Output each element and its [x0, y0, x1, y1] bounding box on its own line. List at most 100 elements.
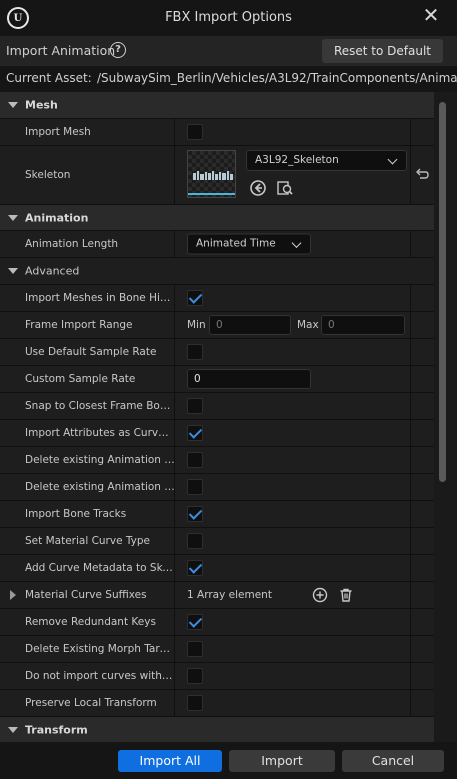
import-mesh-label: Import Mesh	[25, 126, 91, 138]
row-label: Snap to Closest Frame Bou...	[25, 400, 175, 412]
range-max-input[interactable]: 0	[321, 315, 405, 335]
vertical-scrollbar[interactable]	[434, 92, 457, 742]
row-import-attributes-curves: Import Attributes as Curves...	[0, 420, 434, 447]
row-label: Remove Redundant Keys	[25, 616, 156, 628]
row-skeleton: Skeleton A3L92_Skeleton	[0, 146, 434, 205]
row-label: Import Attributes as Curves...	[25, 427, 175, 439]
custom-sample-rate-input[interactable]: 0	[187, 369, 311, 389]
skeleton-value: A3L92_Skeleton	[255, 154, 339, 166]
row-label: Material Curve Suffixes	[25, 589, 147, 601]
expand-caret-icon[interactable]	[8, 727, 18, 733]
row-label: Import Bone Tracks	[25, 508, 127, 520]
reset-arrow-icon[interactable]	[414, 167, 430, 183]
animation-length-dropdown[interactable]: Animated Time	[187, 233, 311, 255]
row-label: Import Meshes in Bone Hier...	[25, 292, 175, 304]
skeleton-dropdown[interactable]: A3L92_Skeleton	[246, 150, 407, 171]
current-asset-path: /SubwaySim_Berlin/Vehicles/A3L92/TrainCo…	[97, 71, 457, 85]
expand-caret-icon[interactable]	[8, 268, 18, 274]
skeleton-label: Skeleton	[25, 169, 71, 181]
row-label: Custom Sample Rate	[25, 373, 136, 385]
import-button[interactable]: Import	[229, 750, 335, 772]
row-delete-existing-anim-attributes: Delete existing Animation A...	[0, 474, 434, 501]
row-label: Preserve Local Transform	[25, 697, 157, 709]
category-animation[interactable]: Animation	[0, 205, 434, 231]
window-title: FBX Import Options	[165, 10, 292, 25]
snap-closest-frame-checkbox[interactable]	[187, 398, 203, 414]
use-default-sample-rate-checkbox[interactable]	[187, 344, 203, 360]
range-max-label: Max	[297, 319, 319, 331]
row-material-curve-suffixes: Material Curve Suffixes 1 Array element	[0, 582, 434, 609]
animation-length-value: Animated Time	[196, 237, 276, 250]
delete-existing-anim-attributes-checkbox[interactable]	[187, 479, 203, 495]
row-use-default-sample-rate: Use Default Sample Rate	[0, 339, 434, 366]
category-transform-title: Transform	[25, 723, 88, 737]
import-animation-label: Import Animation	[6, 43, 116, 58]
row-label: Use Default Sample Rate	[25, 346, 157, 358]
delete-existing-anim-curves-checkbox[interactable]	[187, 452, 203, 468]
current-asset-row: Current Asset: /SubwaySim_Berlin/Vehicle…	[0, 66, 457, 92]
title-bar: U FBX Import Options ✕	[0, 0, 457, 36]
skeleton-preview-image	[193, 171, 233, 180]
animation-length-label: Animation Length	[25, 238, 119, 250]
row-import-mesh: Import Mesh	[0, 119, 434, 146]
chevron-down-icon	[291, 238, 302, 248]
range-min-input[interactable]: 0	[209, 315, 291, 335]
details-panel: Mesh Import Mesh Skeleton A3L92_Skeleton…	[0, 92, 434, 742]
scrollbar-thumb[interactable]	[439, 102, 446, 482]
import-animation-row: Import Animation ? Reset to Default	[0, 36, 457, 66]
cancel-button[interactable]: Cancel	[342, 750, 444, 772]
add-element-icon[interactable]	[312, 587, 328, 603]
skeleton-thumbnail[interactable]	[187, 150, 236, 198]
expand-caret-icon[interactable]	[8, 102, 18, 108]
row-import-meshes-bone-hierarchy: Import Meshes in Bone Hier...	[0, 285, 434, 312]
row-import-bone-tracks: Import Bone Tracks	[0, 501, 434, 528]
row-delete-existing-morph-targets: Delete Existing Morph Targ...	[0, 636, 434, 663]
import-meshes-bone-hierarchy-checkbox[interactable]	[187, 290, 203, 306]
help-icon[interactable]: ?	[110, 42, 126, 58]
row-label: Do not import curves with o...	[25, 670, 175, 682]
browse-back-icon[interactable]	[249, 179, 267, 197]
category-mesh[interactable]: Mesh	[0, 92, 434, 119]
row-label: Set Material Curve Type	[25, 535, 151, 547]
category-advanced[interactable]: Advanced	[0, 258, 434, 285]
row-do-not-import-curves: Do not import curves with o...	[0, 663, 434, 690]
add-curve-metadata-checkbox[interactable]	[187, 560, 203, 576]
material-curve-suffixes-value: 1 Array element	[187, 589, 272, 601]
category-animation-title: Animation	[25, 211, 89, 224]
row-label: Add Curve Metadata to Skel...	[25, 562, 175, 574]
footer: Import All Import Cancel	[0, 742, 457, 779]
row-preserve-local-transform: Preserve Local Transform	[0, 690, 434, 717]
expand-caret-icon[interactable]	[8, 214, 18, 221]
row-animation-length: Animation Length Animated Time	[0, 231, 434, 258]
row-set-material-curve-type: Set Material Curve Type	[0, 528, 434, 555]
row-remove-redundant-keys: Remove Redundant Keys	[0, 609, 434, 636]
expand-right-icon[interactable]	[10, 590, 16, 600]
row-frame-import-range: Frame Import Range Min 0 Max 0	[0, 312, 434, 339]
reset-to-default-button[interactable]: Reset to Default	[322, 39, 443, 63]
range-min-label: Min	[187, 319, 206, 331]
row-label: Delete existing Animation C...	[25, 454, 175, 466]
close-icon[interactable]: ✕	[419, 4, 443, 28]
import-mesh-checkbox[interactable]	[187, 124, 203, 140]
delete-existing-morph-targets-checkbox[interactable]	[187, 641, 203, 657]
row-add-curve-metadata: Add Curve Metadata to Skel...	[0, 555, 434, 582]
row-snap-closest-frame: Snap to Closest Frame Bou...	[0, 393, 434, 420]
do-not-import-curves-checkbox[interactable]	[187, 668, 203, 684]
row-label: Delete Existing Morph Targ...	[25, 643, 175, 655]
preserve-local-transform-checkbox[interactable]	[187, 695, 203, 711]
remove-redundant-keys-checkbox[interactable]	[187, 614, 203, 630]
trash-icon[interactable]	[338, 587, 354, 603]
row-label: Delete existing Animation A...	[25, 481, 175, 493]
set-material-curve-type-checkbox[interactable]	[187, 533, 203, 549]
row-label: Frame Import Range	[25, 319, 133, 331]
find-in-browser-icon[interactable]	[276, 179, 294, 197]
chevron-down-icon	[387, 154, 398, 165]
row-custom-sample-rate: Custom Sample Rate 0	[0, 366, 434, 393]
current-asset-label: Current Asset:	[6, 71, 92, 85]
category-advanced-title: Advanced	[25, 264, 80, 278]
import-bone-tracks-checkbox[interactable]	[187, 506, 203, 522]
import-all-button[interactable]: Import All	[118, 750, 222, 772]
import-attributes-curves-checkbox[interactable]	[187, 425, 203, 441]
row-delete-existing-anim-curves: Delete existing Animation C...	[0, 447, 434, 474]
category-transform[interactable]: Transform	[0, 717, 434, 742]
